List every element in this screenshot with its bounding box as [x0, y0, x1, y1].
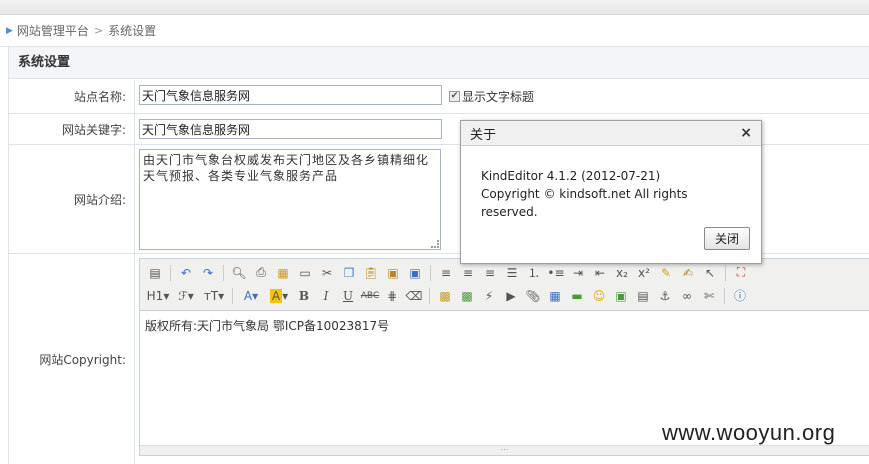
site-name-row: 站点名称: ✔ 显示文字标题 [9, 80, 869, 114]
paste-word-icon[interactable]: ▣ [404, 263, 426, 283]
copyright-label: 网站Copyright: [9, 254, 135, 464]
select-all-icon[interactable]: ↖ [699, 263, 721, 283]
line-height-icon[interactable]: ⋕ [381, 286, 403, 306]
font-name-icon[interactable]: ℱ▾ [172, 286, 200, 306]
breadcrumb-current: 系统设置 [108, 24, 157, 38]
indent-icon[interactable]: ⇥ [567, 263, 589, 283]
table-icon[interactable]: ▦ [544, 286, 566, 306]
clear-html-icon[interactable]: ✎ [655, 263, 677, 283]
site-name-input[interactable] [139, 85, 442, 105]
dialog-version-text: KindEditor 4.1.2 (2012-07-21) [481, 169, 661, 183]
dialog-header: 关于 × [461, 121, 761, 146]
justify-left-icon[interactable]: ≡ [435, 263, 457, 283]
resize-grip-icon[interactable] [431, 240, 439, 248]
watermark: www.wooyun.org [662, 420, 836, 445]
underline-icon[interactable]: U [337, 286, 359, 306]
italic-icon[interactable]: I [315, 286, 337, 306]
dialog-title: 关于 [470, 127, 497, 143]
justify-center-icon[interactable]: ≡ [457, 263, 479, 283]
paste-text-icon[interactable]: ▣ [382, 263, 404, 283]
show-title-label: 显示文字标题 [462, 90, 535, 104]
ordered-list-icon[interactable]: ⒈ [523, 263, 545, 283]
unlink-icon[interactable]: ✄ [698, 286, 720, 306]
breadcrumb-arrow-icon: ▶ [6, 25, 13, 36]
toolbar-divider [232, 287, 233, 304]
fore-color-icon[interactable]: A▾ [237, 286, 265, 306]
unordered-list-icon[interactable]: •≡ [545, 263, 567, 283]
close-icon[interactable]: × [740, 125, 752, 141]
anchor-icon[interactable]: ⚓ [654, 286, 676, 306]
multi-image-icon[interactable]: ▩ [456, 286, 478, 306]
insert-file-icon[interactable]: 📎︎ [522, 286, 544, 306]
copy-icon[interactable]: ❐ [338, 263, 360, 283]
toolbar-divider [724, 287, 725, 304]
baidu-map-icon[interactable]: ▣ [610, 286, 632, 306]
hilite-color-icon[interactable]: A ▾ [265, 286, 293, 306]
code-icon[interactable]: ▭ [294, 263, 316, 283]
top-bar [0, 0, 869, 15]
bold-icon[interactable]: B [293, 286, 315, 306]
hr-icon[interactable]: ▬ [566, 286, 588, 306]
intro-textarea[interactable]: 由天门市气象台权威发布天门地区及各乡镇精细化天气预报、各类专业气象服务产品 [139, 149, 441, 250]
flash-icon[interactable]: ⚡ [478, 286, 500, 306]
paste-icon[interactable]: 📋︎ [360, 263, 382, 283]
page-break-icon[interactable]: ▤ [632, 286, 654, 306]
undo-icon[interactable]: ↶ [175, 263, 197, 283]
justify-right-icon[interactable]: ≡ [479, 263, 501, 283]
panel-title: 系统设置 [9, 47, 869, 79]
show-title-option[interactable]: ✔ 显示文字标题 [449, 88, 534, 105]
keywords-input[interactable] [139, 119, 442, 139]
source-icon[interactable]: ▤ [144, 263, 166, 283]
template-icon[interactable]: ▦ [272, 263, 294, 283]
site-name-label: 站点名称: [9, 80, 135, 113]
outdent-icon[interactable]: ⇤ [589, 263, 611, 283]
hilite-swatch: A [269, 288, 283, 303]
image-icon[interactable]: ▩ [434, 286, 456, 306]
editor-resize-bar[interactable]: ⋯ [140, 445, 869, 455]
toolbar-divider [429, 287, 430, 304]
keywords-label: 网站关键字: [9, 114, 135, 144]
breadcrumb-separator-icon: > [93, 24, 104, 37]
editor-toolbar: ▤ ↶ ↷ 🔍︎ ⎙ ▦ ▭ ✂ ❐ 📋︎ ▣ ▣ ≡ ≡ ≡ ☰ ⒈ •≡ ⇥… [140, 259, 869, 311]
subscript-icon[interactable]: x₂ [611, 263, 633, 283]
heading-icon[interactable]: H1▾ [144, 286, 172, 306]
toolbar-divider [170, 264, 171, 281]
dialog-close-button[interactable]: 关闭 [704, 227, 750, 250]
print-icon[interactable]: ⎙ [250, 263, 272, 283]
toolbar-row-1: ▤ ↶ ↷ 🔍︎ ⎙ ▦ ▭ ✂ ❐ 📋︎ ▣ ▣ ≡ ≡ ≡ ☰ ⒈ •≡ ⇥… [144, 261, 865, 284]
about-dialog: 关于 × KindEditor 4.1.2 (2012-07-21) Copyr… [460, 120, 762, 264]
toolbar-row-2: H1▾ ℱ▾ тT▾ A▾ A▾ B I U ABC ⋕ ⌫ ▩ ▩ ⚡ ▶ [144, 284, 865, 307]
font-size-icon[interactable]: тT▾ [200, 286, 228, 306]
media-icon[interactable]: ▶ [500, 286, 522, 306]
fullscreen-icon[interactable]: ⛶ [730, 263, 752, 283]
redo-icon[interactable]: ↷ [197, 263, 219, 283]
toolbar-divider [223, 264, 224, 281]
about-icon[interactable]: ⓘ [729, 286, 751, 306]
show-title-checkbox[interactable]: ✔ [449, 91, 460, 102]
toolbar-divider [430, 264, 431, 281]
breadcrumb-root[interactable]: 网站管理平台 [17, 22, 89, 39]
preview-icon[interactable]: 🔍︎ [228, 263, 250, 283]
quick-format-icon[interactable]: ✍ [677, 263, 699, 283]
dialog-body: KindEditor 4.1.2 (2012-07-21) Copyright … [461, 146, 761, 221]
intro-label: 网站介绍: [9, 145, 135, 253]
emoticons-icon[interactable]: ☺ [588, 286, 610, 306]
justify-full-icon[interactable]: ☰ [501, 263, 523, 283]
superscript-icon[interactable]: x² [633, 263, 655, 283]
editor-content[interactable]: 版权所有:天门市气象局 鄂ICP备10023817号 [140, 311, 869, 340]
link-icon[interactable]: ∞ [676, 286, 698, 306]
remove-format-icon[interactable]: ⌫ [403, 286, 425, 306]
toolbar-divider [725, 264, 726, 281]
intro-text: 由天门市气象台权威发布天门地区及各乡镇精细化天气预报、各类专业气象服务产品 [143, 153, 430, 183]
cut-icon[interactable]: ✂ [316, 263, 338, 283]
breadcrumb: ▶ 网站管理平台 > 系统设置 [0, 15, 869, 47]
dialog-copyright-text: Copyright © kindsoft.net All rights rese… [481, 187, 688, 219]
strikethrough-icon[interactable]: ABC [359, 286, 381, 306]
